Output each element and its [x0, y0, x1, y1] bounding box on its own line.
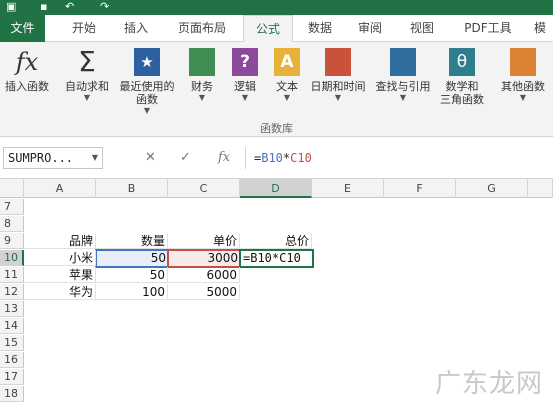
row-header[interactable]: 18 — [0, 386, 24, 402]
column-header-e[interactable]: E — [312, 179, 384, 198]
row-header[interactable]: 13 — [0, 301, 24, 317]
logical-button[interactable]: ? 逻辑 ▼ — [225, 48, 265, 102]
theta-book-icon: θ — [449, 48, 475, 76]
formula-bar: SUMPRO... ▼ ✕ ✓ fx =B10*C10 — [0, 137, 553, 179]
tab-pdf-tools[interactable]: PDF工具 — [455, 15, 521, 42]
lookup-reference-button[interactable]: 查找与引用 ▼ — [371, 48, 435, 102]
text-button[interactable]: A 文本 ▼ — [267, 48, 307, 102]
coins-book-icon — [189, 48, 215, 76]
row-header-selected[interactable]: 10 — [0, 250, 24, 266]
row-header[interactable]: 7 — [0, 199, 24, 215]
cell-a11[interactable]: 苹果 — [24, 267, 96, 283]
cell-a10[interactable]: 小米 — [24, 250, 96, 266]
spreadsheet-grid[interactable]: A B C D E F G 7 8 9 10 11 12 13 14 15 16… — [0, 179, 553, 406]
tab-more[interactable]: 模 — [527, 15, 553, 42]
tab-home[interactable]: 开始 — [60, 15, 108, 42]
select-all-corner[interactable] — [0, 179, 24, 198]
cell-a12[interactable]: 华为 — [24, 284, 96, 300]
tab-page-layout[interactable]: 页面布局 — [168, 15, 236, 42]
calendar-book-icon — [325, 48, 351, 76]
magnifier-book-icon — [390, 48, 416, 76]
cell-c12[interactable]: 5000 — [168, 284, 240, 300]
recently-used-button[interactable]: ★ 最近使用的 函数 ▼ — [115, 48, 179, 115]
cell-d9[interactable]: 总价 — [240, 233, 312, 249]
row-header[interactable]: 9 — [0, 233, 24, 249]
column-header-h[interactable] — [528, 179, 553, 198]
ribbon-function-library: fx 插入函数 Σ 自动求和 ▼ ★ 最近使用的 函数 ▼ 财务 ▼ ? 逻辑 … — [0, 42, 553, 137]
title-bar: ▣ ▪ ↶ ↷ — [0, 0, 553, 15]
tab-review[interactable]: 审阅 — [348, 15, 392, 42]
question-book-icon: ? — [232, 48, 258, 76]
more-functions-book-icon — [510, 48, 536, 76]
tab-view[interactable]: 视图 — [398, 15, 446, 42]
cell-b10[interactable]: 50 — [96, 250, 168, 266]
row-header[interactable]: 16 — [0, 352, 24, 368]
column-header-d[interactable]: D — [240, 179, 312, 198]
date-time-button[interactable]: 日期和时间 ▼ — [306, 48, 370, 102]
tab-file[interactable]: 文件 — [0, 15, 45, 42]
insert-function-button[interactable]: fx 插入函数 — [2, 48, 52, 93]
redo-icon[interactable]: ↷ — [100, 0, 109, 15]
row-header[interactable]: 14 — [0, 318, 24, 334]
cell-b11[interactable]: 50 — [96, 267, 168, 283]
tab-data[interactable]: 数据 — [298, 15, 342, 42]
formula-input[interactable]: =B10*C10 — [245, 147, 551, 169]
financial-button[interactable]: 财务 ▼ — [182, 48, 222, 102]
column-header-b[interactable]: B — [96, 179, 168, 198]
column-header-f[interactable]: F — [384, 179, 456, 198]
cell-c9[interactable]: 单价 — [168, 233, 240, 249]
cell-d10-editing[interactable]: =B10*C10 — [241, 250, 313, 266]
name-box[interactable]: SUMPRO... ▼ — [3, 147, 103, 169]
row-header[interactable]: 12 — [0, 284, 24, 300]
column-header-c[interactable]: C — [168, 179, 240, 198]
text-book-icon: A — [274, 48, 300, 76]
cell-b12[interactable]: 100 — [96, 284, 168, 300]
enter-icon[interactable]: ✓ — [180, 149, 191, 167]
row-header[interactable]: 15 — [0, 335, 24, 351]
insert-function-icon[interactable]: fx — [218, 149, 230, 167]
watermark: 广东龙网 — [434, 369, 543, 399]
cell-a9[interactable]: 品牌 — [24, 233, 96, 249]
math-trig-button[interactable]: θ 数学和 三角函数 — [436, 48, 488, 106]
row-header[interactable]: 8 — [0, 216, 24, 232]
tab-formulas[interactable]: 公式 — [243, 15, 293, 43]
star-book-icon: ★ — [134, 48, 160, 76]
more-functions-button[interactable]: 其他函数 ▼ — [495, 48, 551, 102]
group-label: 函数库 — [260, 122, 293, 135]
fx-icon: fx — [15, 48, 39, 76]
column-header-g[interactable]: G — [456, 179, 528, 198]
cell-b9[interactable]: 数量 — [96, 233, 168, 249]
cell-c10[interactable]: 3000 — [168, 250, 240, 266]
save-icon[interactable]: ▪ — [40, 0, 47, 15]
ribbon-tabs: 文件 开始 插入 页面布局 公式 数据 审阅 视图 PDF工具 模 — [0, 15, 553, 43]
cell-c11[interactable]: 6000 — [168, 267, 240, 283]
column-headers: A B C D E F G — [0, 179, 553, 198]
tab-insert[interactable]: 插入 — [112, 15, 160, 42]
undo-icon[interactable]: ↶ — [65, 0, 74, 15]
chevron-down-icon[interactable]: ▼ — [92, 148, 98, 168]
autosum-button[interactable]: Σ 自动求和 ▼ — [62, 45, 112, 103]
column-header-a[interactable]: A — [24, 179, 96, 198]
row-header[interactable]: 17 — [0, 369, 24, 385]
excel-logo-icon: ▣ — [6, 0, 17, 13]
sigma-icon: Σ — [78, 45, 96, 78]
cancel-icon[interactable]: ✕ — [145, 149, 156, 167]
row-header[interactable]: 11 — [0, 267, 24, 283]
